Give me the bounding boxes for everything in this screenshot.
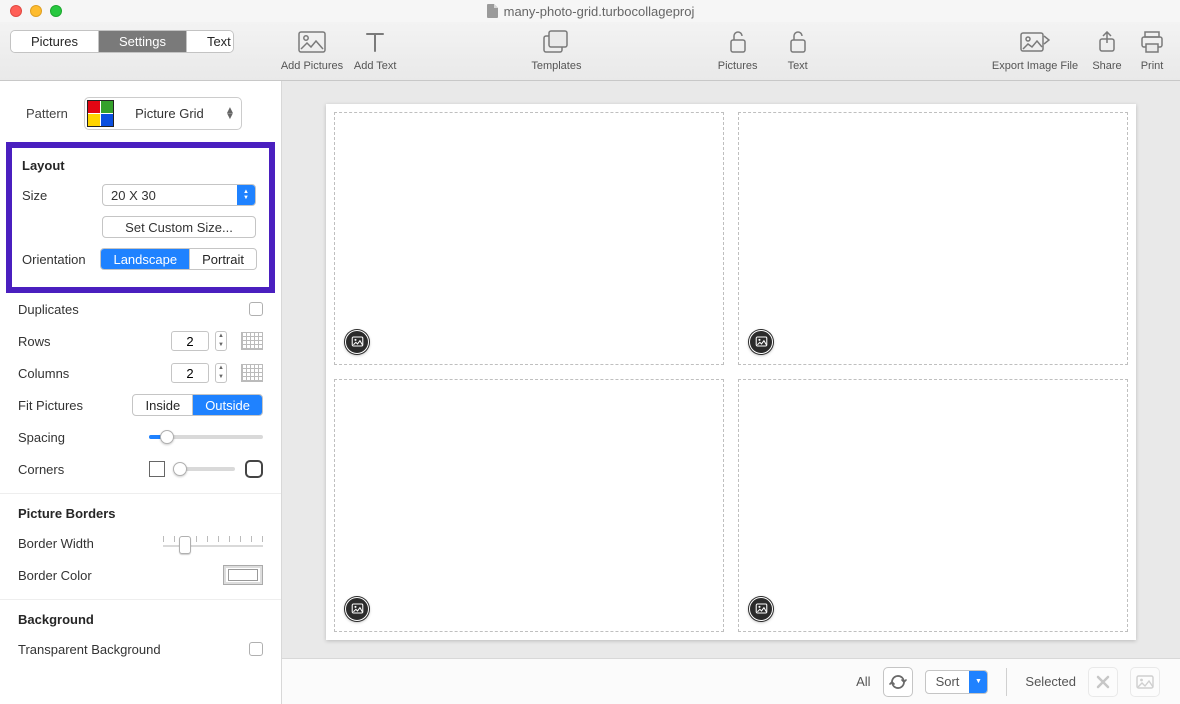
sort-button[interactable]: Sort — [925, 670, 989, 694]
orientation-label: Orientation — [22, 252, 100, 267]
print-icon — [1140, 28, 1164, 56]
collage-canvas[interactable] — [326, 104, 1136, 640]
columns-input[interactable] — [171, 363, 209, 383]
canvas-footer: All Sort Selected — [282, 658, 1180, 704]
add-text-button[interactable]: Add Text — [347, 22, 403, 72]
pattern-value: Picture Grid — [114, 106, 225, 121]
tab-text[interactable]: Text — [186, 31, 234, 52]
export-image-button[interactable]: Export Image File — [988, 22, 1082, 72]
main-toolbar: Pictures Settings Text Add Pictures Add … — [0, 22, 1180, 80]
export-image-icon — [1020, 28, 1050, 56]
grid-columns-icon — [241, 364, 263, 382]
remove-selected-button[interactable] — [1088, 667, 1118, 697]
chevron-updown-icon — [237, 185, 255, 205]
grid-cell[interactable] — [334, 112, 724, 365]
chevron-down-icon — [969, 671, 987, 693]
size-label: Size — [22, 188, 102, 203]
print-button[interactable]: Print — [1132, 22, 1172, 72]
share-label: Share — [1092, 60, 1121, 72]
spacing-slider[interactable] — [149, 435, 263, 439]
image-plus-icon — [298, 28, 326, 56]
unlock-icon — [788, 28, 808, 56]
transparent-bg-label: Transparent Background — [18, 642, 249, 657]
grid-cell[interactable] — [738, 112, 1128, 365]
window-title: many-photo-grid.turbocollageproj — [504, 4, 695, 19]
fit-inside[interactable]: Inside — [133, 395, 192, 415]
add-pictures-label: Add Pictures — [281, 60, 343, 72]
all-label: All — [856, 674, 870, 689]
background-heading: Background — [18, 612, 263, 627]
selected-label: Selected — [1025, 674, 1076, 689]
orientation-landscape[interactable]: Landscape — [101, 249, 189, 269]
unlock-icon — [728, 28, 748, 56]
rows-input[interactable] — [171, 331, 209, 351]
share-icon — [1098, 28, 1116, 56]
border-width-slider[interactable] — [163, 536, 263, 550]
duplicates-label: Duplicates — [18, 302, 249, 317]
columns-label: Columns — [18, 366, 98, 381]
fit-label: Fit Pictures — [18, 398, 98, 413]
border-width-label: Border Width — [18, 536, 118, 551]
templates-button[interactable]: Templates — [528, 22, 584, 72]
cell-image-button[interactable] — [345, 330, 369, 354]
pattern-grid-icon — [87, 100, 114, 127]
duplicates-checkbox[interactable] — [249, 302, 263, 316]
layout-section-highlight: Layout Size 20 X 30 Set Custom Size... — [6, 142, 275, 293]
rows-stepper[interactable]: ▲▼ — [215, 331, 227, 351]
grid-rows-icon — [241, 332, 263, 350]
borders-heading: Picture Borders — [18, 506, 263, 521]
corners-slider[interactable] — [175, 467, 235, 471]
rows-label: Rows — [18, 334, 98, 349]
size-value: 20 X 30 — [111, 188, 156, 203]
lock-pictures-label: Pictures — [718, 60, 758, 72]
corner-square-icon — [149, 461, 165, 477]
cell-image-button[interactable] — [345, 597, 369, 621]
export-image-label: Export Image File — [992, 60, 1078, 72]
fit-segment: Inside Outside — [132, 394, 263, 416]
chevron-updown-icon: ▲▼ — [225, 108, 235, 120]
add-text-label: Add Text — [354, 60, 397, 72]
share-button[interactable]: Share — [1086, 22, 1128, 72]
columns-stepper[interactable]: ▲▼ — [215, 363, 227, 383]
canvas-area: All Sort Selected — [282, 81, 1180, 704]
spacing-label: Spacing — [18, 430, 98, 445]
divider — [1006, 668, 1007, 696]
corners-label: Corners — [18, 462, 98, 477]
orientation-segment: Landscape Portrait — [100, 248, 257, 270]
set-custom-size-button[interactable]: Set Custom Size... — [102, 216, 256, 238]
cell-image-button[interactable] — [749, 597, 773, 621]
lock-pictures-button[interactable]: Pictures — [710, 22, 766, 72]
pattern-label: Pattern — [26, 106, 68, 121]
lock-text-button[interactable]: Text — [770, 22, 826, 72]
grid-cell[interactable] — [334, 379, 724, 632]
layout-heading: Layout — [22, 158, 257, 173]
sort-label: Sort — [926, 674, 970, 689]
selected-image-button[interactable] — [1130, 667, 1160, 697]
transparent-bg-checkbox[interactable] — [249, 642, 263, 656]
border-color-label: Border Color — [18, 568, 118, 583]
panel-tabs: Pictures Settings Text — [10, 30, 234, 53]
grid-cell[interactable] — [738, 379, 1128, 632]
templates-label: Templates — [531, 60, 581, 72]
print-label: Print — [1141, 60, 1164, 72]
templates-icon — [542, 28, 570, 56]
add-pictures-button[interactable]: Add Pictures — [281, 22, 343, 72]
refresh-button[interactable] — [883, 667, 913, 697]
text-icon — [365, 28, 385, 56]
window-titlebar: many-photo-grid.turbocollageproj — [0, 0, 1180, 22]
document-icon — [486, 4, 498, 18]
tab-pictures[interactable]: Pictures — [11, 31, 98, 52]
pattern-selector[interactable]: Picture Grid ▲▼ — [84, 97, 242, 130]
fit-outside[interactable]: Outside — [192, 395, 262, 415]
settings-sidebar: Pattern Picture Grid ▲▼ Layout Size 20 X — [0, 81, 282, 704]
tab-settings[interactable]: Settings — [98, 31, 186, 52]
size-select[interactable]: 20 X 30 — [102, 184, 256, 206]
corner-round-icon — [245, 460, 263, 478]
lock-text-label: Text — [788, 60, 808, 72]
cell-image-button[interactable] — [749, 330, 773, 354]
border-color-well[interactable] — [223, 565, 263, 585]
orientation-portrait[interactable]: Portrait — [189, 249, 256, 269]
